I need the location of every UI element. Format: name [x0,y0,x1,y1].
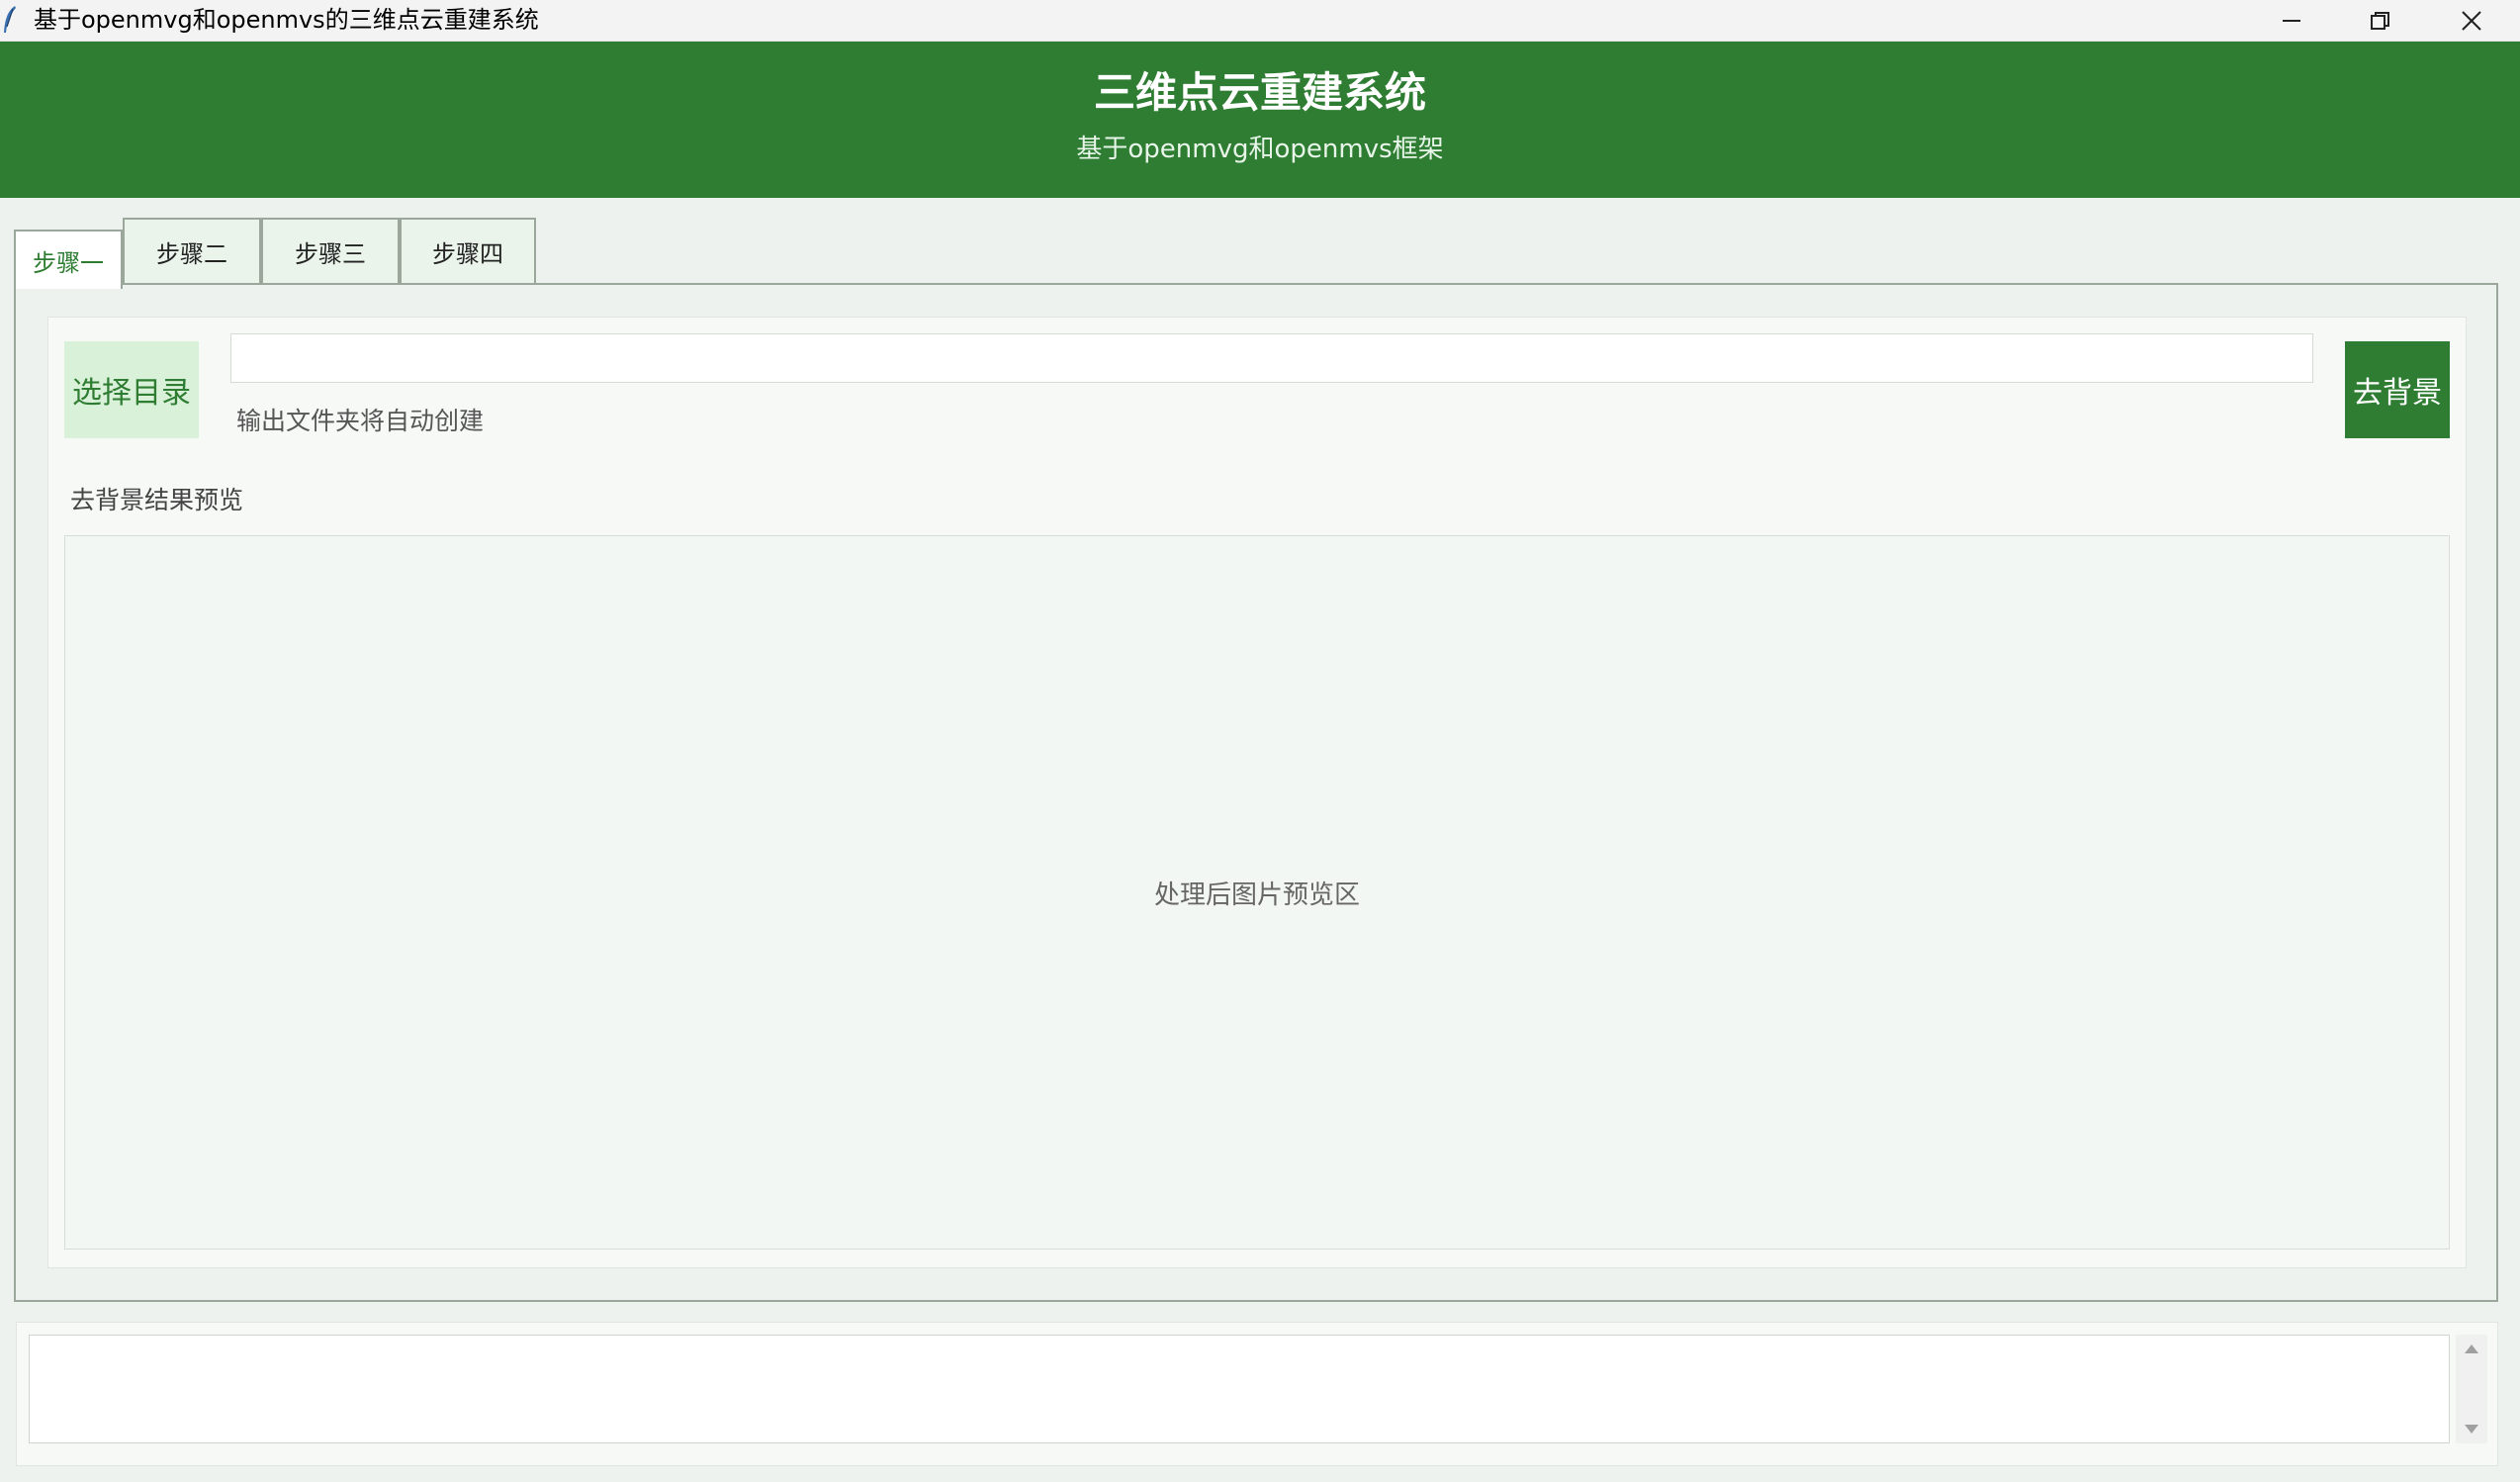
step1-panel: 选择目录 输出文件夹将自动创建 去背景 去背景结果预览 处理后图片预览区 [47,317,2467,1268]
preview-section-label: 去背景结果预览 [70,486,244,514]
restore-button[interactable] [2336,0,2425,41]
title-bar: 基于openmvg和openmvs的三维点云重建系统 [0,0,2520,42]
minimize-button[interactable] [2247,0,2336,41]
log-textbox[interactable] [29,1335,2450,1443]
tab-step-1[interactable]: 步骤一 [14,230,123,289]
directory-path-input[interactable] [230,333,2313,383]
window-title: 基于openmvg和openmvs的三维点云重建系统 [34,6,539,34]
remove-background-button[interactable]: 去背景 [2345,341,2450,438]
header-subtitle: 基于openmvg和openmvs框架 [1076,135,1444,164]
scroll-up-arrow-icon [2465,1344,2478,1353]
app-feather-icon [4,6,16,33]
tab-step-4[interactable]: 步骤四 [400,218,536,283]
log-frame [16,1322,2498,1466]
scroll-up-button[interactable] [2456,1335,2487,1362]
close-icon [2462,10,2481,31]
output-folder-hint: 输出文件夹将自动创建 [236,407,485,435]
tab-step-2[interactable]: 步骤二 [123,218,261,283]
scroll-down-arrow-icon [2465,1425,2478,1434]
preview-placeholder-text: 处理后图片预览区 [1153,880,1360,910]
app-header: 三维点云重建系统 基于openmvg和openmvs框架 [0,42,2520,198]
log-scrollbar[interactable] [2456,1335,2487,1443]
tab-step-3[interactable]: 步骤三 [261,218,400,283]
header-title: 三维点云重建系统 [1093,68,1426,117]
close-button[interactable] [2427,0,2516,41]
app-window: 基于openmvg和openmvs的三维点云重建系统 三维点云重建系统 基于op… [0,0,2520,1482]
minimize-icon [2283,19,2300,22]
tab-content-frame: 选择目录 输出文件夹将自动创建 去背景 去背景结果预览 处理后图片预览区 [14,283,2498,1302]
choose-directory-button[interactable]: 选择目录 [64,341,199,438]
restore-icon [2371,11,2389,30]
scroll-down-button[interactable] [2456,1416,2487,1443]
image-preview-area: 处理后图片预览区 [64,535,2450,1250]
